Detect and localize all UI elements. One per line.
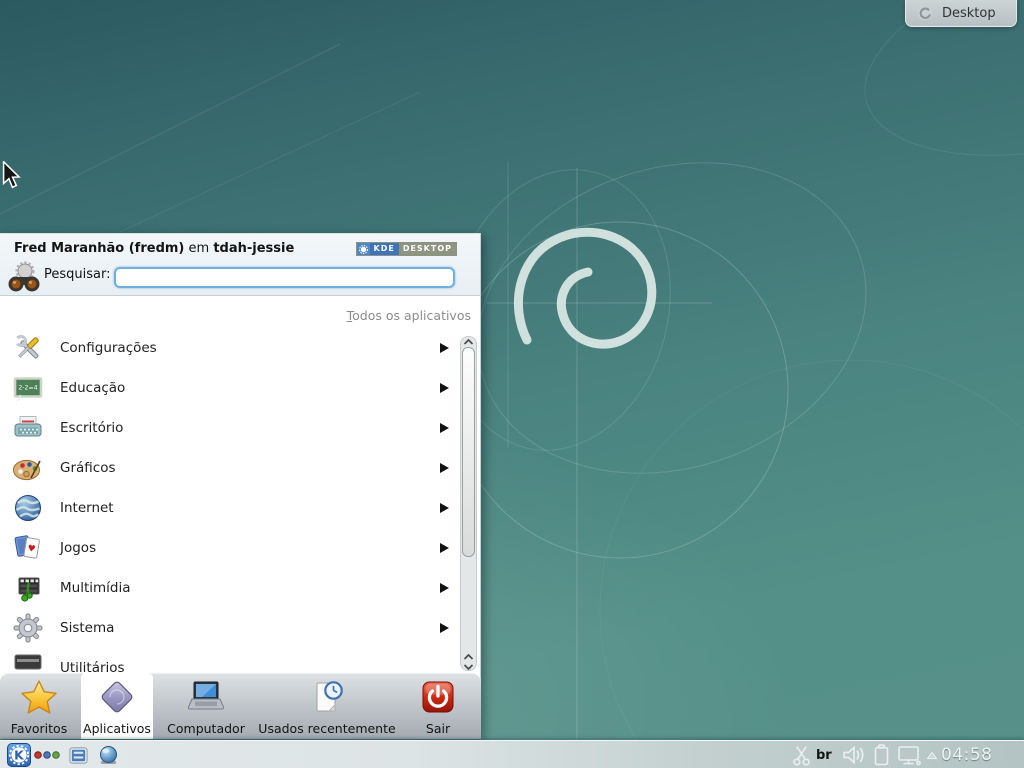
submenu-arrow-icon: [440, 543, 449, 553]
user-host-title: Fred Maranhão (fredm) em tdah-jessie: [14, 241, 294, 256]
klipper-tray-button[interactable]: [792, 741, 811, 768]
chalkboard-icon: 2-2=4: [12, 372, 44, 404]
tools-icon: [12, 332, 44, 364]
mouse-cursor: [2, 161, 22, 189]
submenu-arrow-icon: [440, 383, 449, 393]
user-name: Fred Maranhão (fredm): [14, 241, 184, 256]
digital-clock[interactable]: 04:58: [941, 741, 993, 768]
debian-swirl-icon: [518, 232, 651, 344]
globe-icon: [12, 492, 44, 524]
clapper-note-icon: [12, 572, 44, 604]
submenu-arrow-icon: [440, 423, 449, 433]
tray-expander-button[interactable]: [926, 741, 938, 768]
scroll-down-icon[interactable]: [463, 663, 474, 671]
category-row-graficos[interactable]: Gráficos: [0, 448, 458, 488]
palette-icon: [12, 452, 44, 484]
three-dots-icon: [34, 750, 60, 760]
star-icon: [20, 678, 58, 716]
drawer-window-icon: [69, 746, 88, 765]
submenu-arrow-icon: [440, 343, 449, 353]
title-connector: em: [189, 241, 210, 256]
keyboard-layout-indicator[interactable]: br: [816, 741, 832, 768]
svg-text:2-2=4: 2-2=4: [18, 385, 37, 392]
kickoff-launcher-menu: Fred Maranhão (fredm) em tdah-jessie KDE…: [0, 233, 481, 738]
battery-tray-button[interactable]: [874, 741, 889, 768]
category-row-sistema[interactable]: Sistema: [0, 608, 458, 648]
desktop: Desktop Fred Maranhão (fredm) em tdah-je…: [0, 0, 1024, 768]
scroll-up-icon[interactable]: [463, 338, 474, 346]
submenu-arrow-icon: [440, 583, 449, 593]
monitor-network-icon: [897, 745, 922, 766]
tab-sair[interactable]: Sair: [408, 673, 468, 739]
desktop-toolbox-label: Desktop: [942, 6, 996, 21]
scroll-up-icon[interactable]: [463, 653, 474, 661]
scissors-icon: [792, 745, 811, 766]
submenu-arrow-icon: [440, 463, 449, 473]
tab-computador[interactable]: Computador: [160, 673, 252, 739]
category-row-escritorio[interactable]: Escritório: [0, 408, 458, 448]
category-row-educacao[interactable]: 2-2=4 Educação: [0, 368, 458, 408]
kickoff-header: Fred Maranhão (fredm) em tdah-jessie KDE…: [0, 234, 480, 296]
search-input[interactable]: [114, 267, 455, 288]
expander-up-triangle-icon: [926, 751, 938, 760]
blue-sphere-icon: [98, 745, 119, 766]
globe-launcher-button[interactable]: [98, 741, 119, 768]
speaker-icon: [842, 745, 866, 765]
binoculars-search-icon: [7, 261, 41, 295]
activity-dots-widget[interactable]: [34, 741, 60, 768]
category-row-configuracoes[interactable]: Configurações: [0, 328, 458, 368]
tab-usados-recentemente[interactable]: Usados recentemente: [258, 673, 396, 739]
volume-tray-button[interactable]: [842, 741, 866, 768]
recent-documents-icon: [308, 678, 346, 716]
applications-diamond-icon: [98, 678, 136, 716]
typewriter-icon: [12, 412, 44, 444]
submenu-arrow-icon: [440, 623, 449, 633]
category-row-internet[interactable]: Internet: [0, 488, 458, 528]
kde-gear-logo-icon: [357, 243, 370, 255]
gear-icon: [12, 612, 44, 644]
badge-kde-text: KDE: [370, 243, 399, 255]
kmenu-launcher-button[interactable]: K: [7, 741, 31, 768]
kde-desktop-badge: KDE DESKTOP: [356, 242, 458, 256]
category-row-jogos[interactable]: ♥ Jogos: [0, 528, 458, 568]
network-monitor-tray-button[interactable]: [897, 741, 922, 768]
svg-text:K: K: [14, 748, 25, 763]
kde-k-icon: K: [7, 743, 31, 767]
search-label: Pesquisar:: [44, 265, 111, 285]
cards-icon: ♥: [12, 532, 44, 564]
battery-icon: [874, 744, 889, 766]
desktop-toolbox[interactable]: Desktop: [905, 0, 1017, 27]
tab-favoritos[interactable]: Favoritos: [6, 673, 72, 739]
svg-text:♥: ♥: [27, 544, 37, 555]
laptop-icon: [187, 678, 225, 716]
breadcrumb-all-applications[interactable]: Todos os aplicativos: [347, 308, 471, 323]
tab-aplicativos[interactable]: Aplicativos: [81, 673, 153, 739]
plasma-cashew-icon: [916, 4, 934, 22]
taskbar-panel: K: [0, 740, 1024, 768]
host-name: tdah-jessie: [213, 241, 294, 256]
submenu-arrow-icon: [440, 503, 449, 513]
category-row-multimidia[interactable]: Multimídia: [0, 568, 458, 608]
power-logout-icon: [419, 678, 457, 716]
scrollbar-thumb[interactable]: [462, 347, 475, 557]
window-list-button[interactable]: [69, 741, 88, 768]
badge-desktop-text: DESKTOP: [399, 243, 456, 255]
